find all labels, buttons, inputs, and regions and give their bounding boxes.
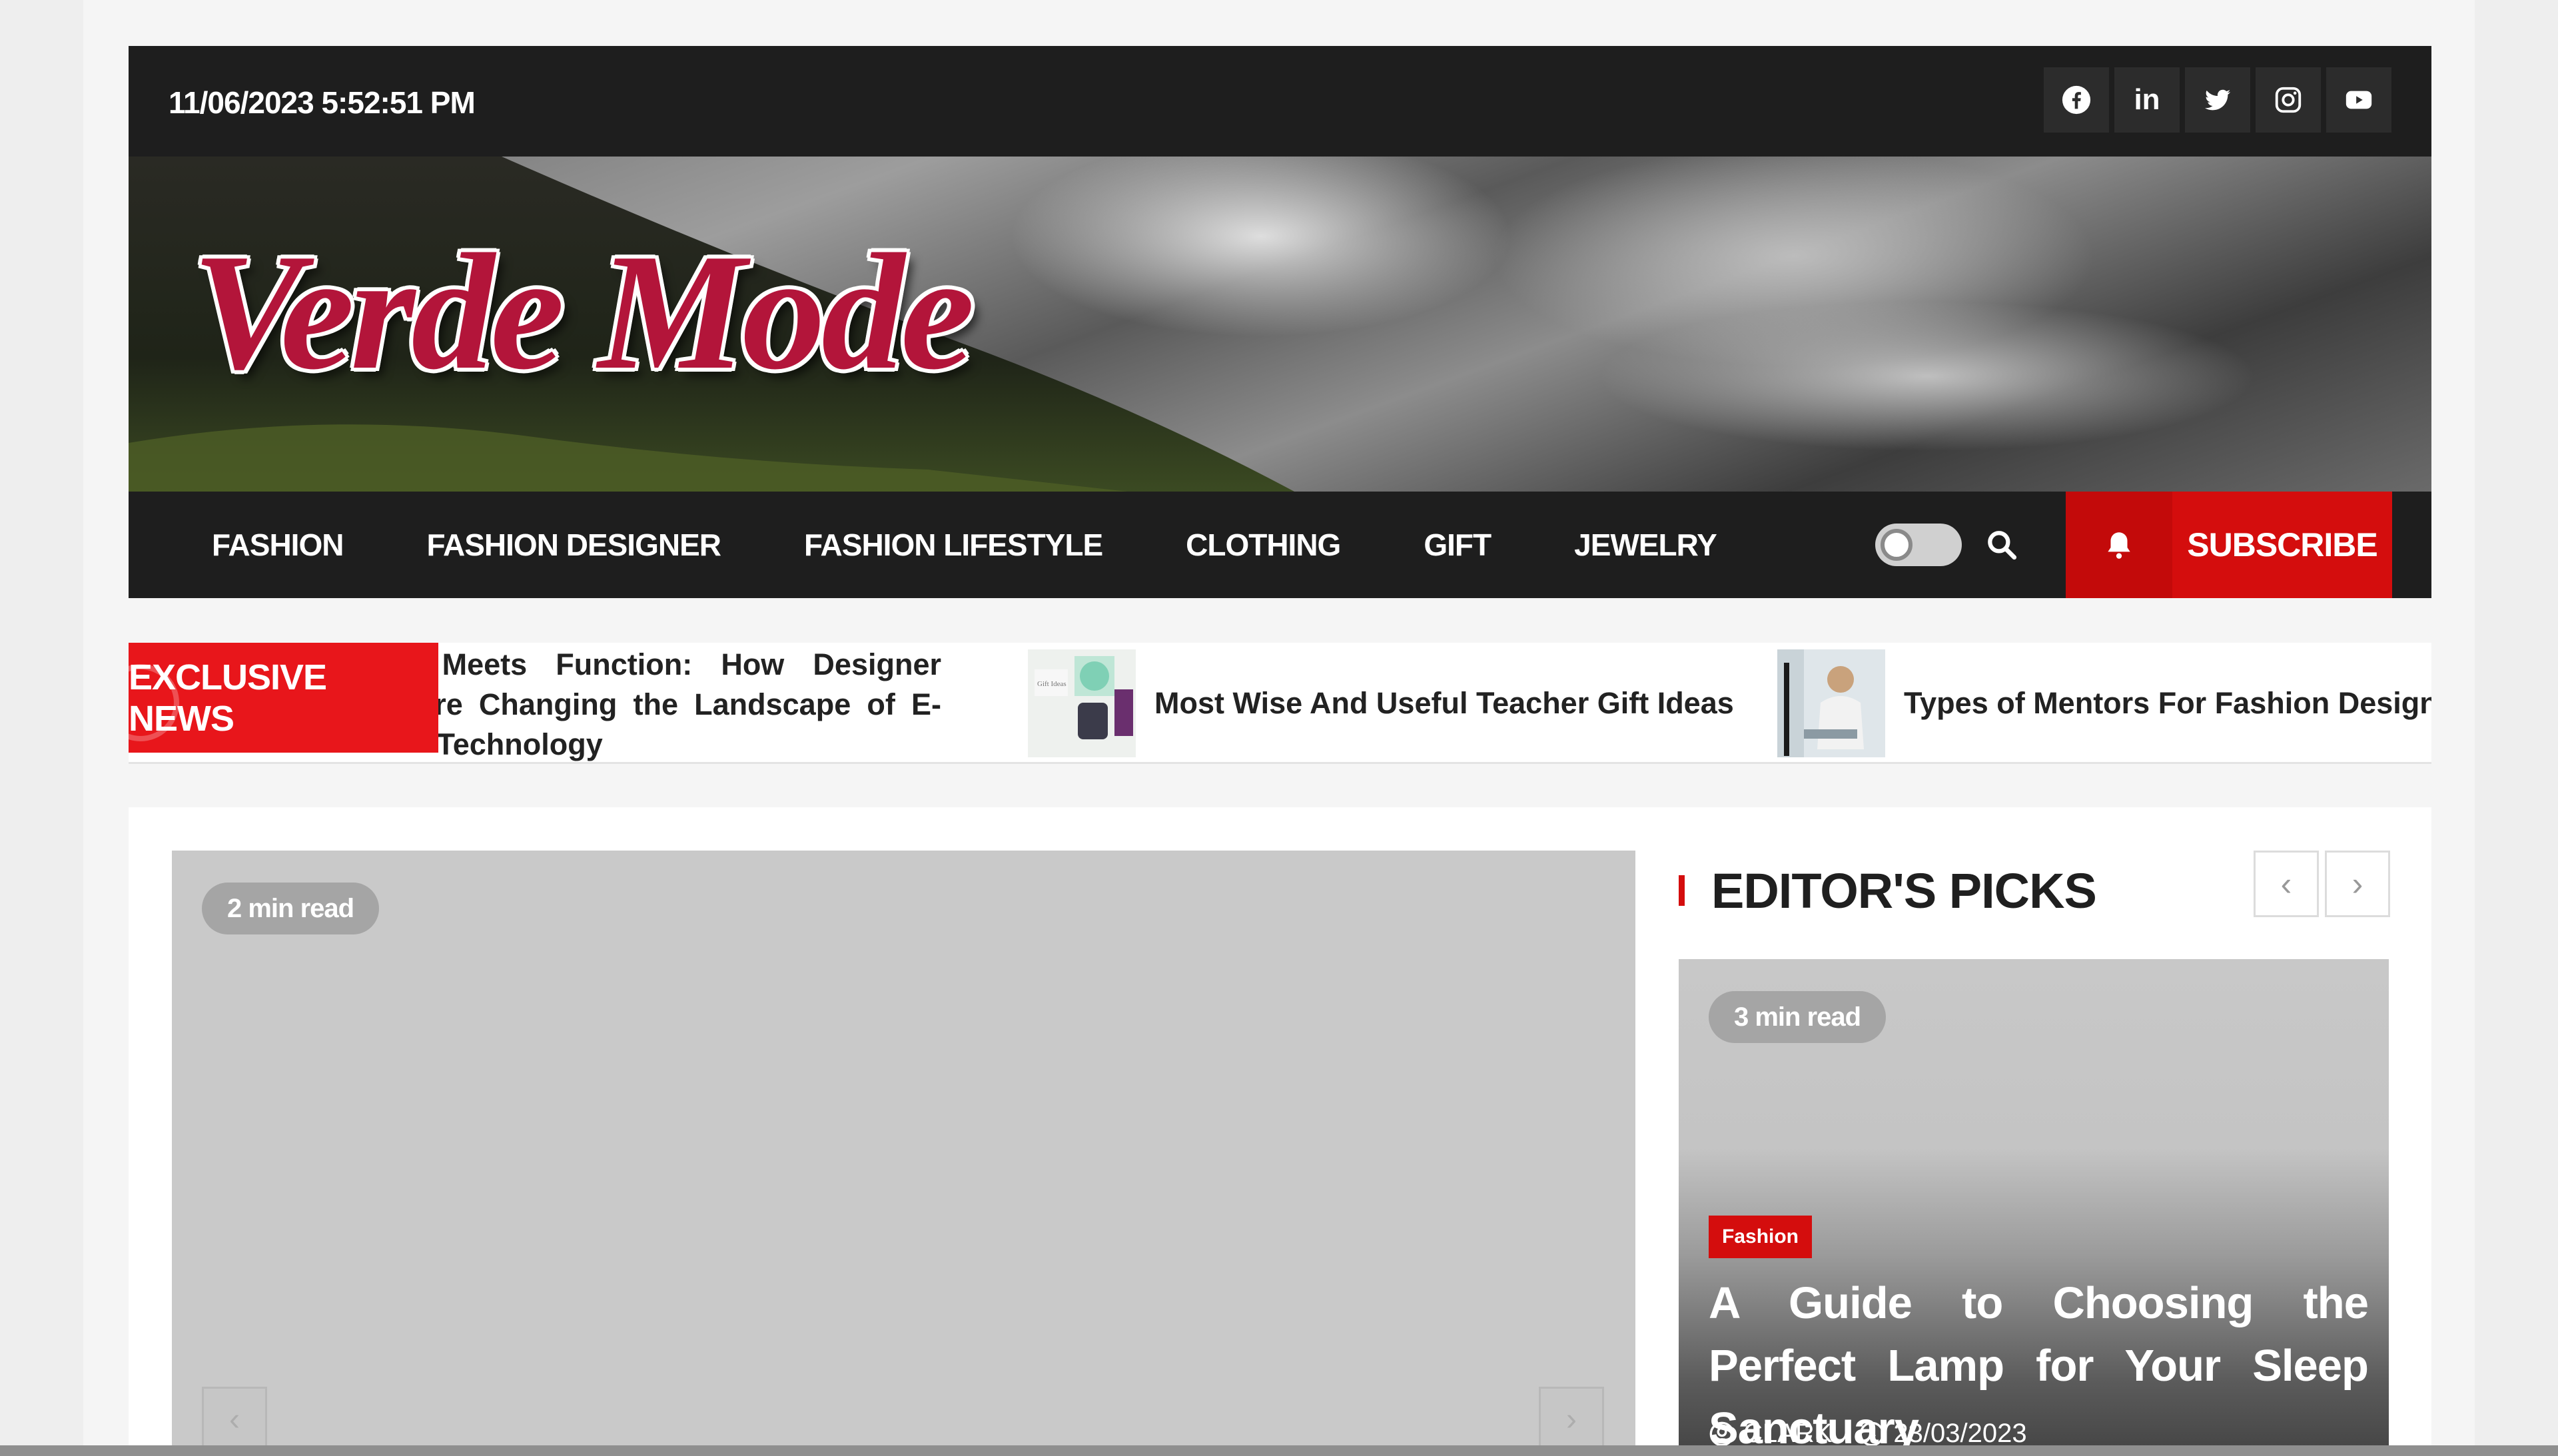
nav-item-clothing[interactable]: Clothing <box>1186 527 1341 563</box>
twitter-icon <box>2204 89 2231 111</box>
card-meta: CLARK 23/03/2023 <box>1709 1419 2027 1449</box>
instagram-link[interactable] <box>2256 67 2321 133</box>
notification-button[interactable] <box>2066 492 2172 598</box>
main-navigation: Fashion Fashion Designer Fashion Lifesty… <box>129 492 2431 598</box>
ticker-thumbnail <box>1777 649 1885 757</box>
search-button[interactable] <box>1982 525 2022 565</box>
slider-next-button[interactable]: › <box>1539 1387 1604 1452</box>
editors-picks-title: Editor's Picks <box>1711 863 2097 918</box>
editors-pick-card[interactable]: 3 min read Fashion A Guide to Choosing t… <box>1679 959 2389 1456</box>
picks-next-button[interactable]: › <box>2325 851 2390 917</box>
linkedin-icon: in <box>2134 83 2160 116</box>
featured-slider[interactable]: 2 min read ‹ › <box>172 851 1635 1456</box>
top-bar: 11/06/2023 5:52:51 PM in <box>129 46 2431 157</box>
svg-text:Gift Ideas: Gift Ideas <box>1037 680 1066 688</box>
slider-prev-button[interactable]: ‹ <box>202 1387 267 1452</box>
bell-icon <box>2108 532 2130 559</box>
ticker-item-title: Fashion Meets Function: How Designer Bra… <box>438 647 941 761</box>
chevron-right-icon: › <box>2351 865 2363 903</box>
nav-item-gift[interactable]: Gift <box>1424 527 1492 563</box>
date-meta: 23/03/2023 <box>1859 1419 2027 1449</box>
toggle-knob <box>1881 529 1913 561</box>
nav-item-fashion[interactable]: Fashion <box>212 527 344 563</box>
twitter-link[interactable] <box>2185 67 2250 133</box>
ticker-item-title: Types of Mentors For Fashion Designers <box>1904 686 2431 720</box>
user-icon <box>1709 1421 1735 1446</box>
chevron-right-icon: › <box>1566 1401 1577 1437</box>
news-ticker: Exclusive News Fashion Meets Function: H… <box>129 643 2431 764</box>
author-name: CLARK <box>1743 1419 1833 1448</box>
clock-icon <box>1860 1421 1885 1446</box>
picks-prev-button[interactable]: ‹ <box>2254 851 2319 917</box>
youtube-icon <box>2345 91 2372 109</box>
ticker-item[interactable]: Gift Ideas Most Wise And Useful Teacher … <box>1028 643 1734 762</box>
window-bottom-edge <box>0 1445 2558 1456</box>
chevron-left-icon: ‹ <box>229 1401 240 1437</box>
read-time-badge: 3 min read <box>1709 991 1887 1043</box>
ticker-item[interactable]: Fashion Meets Function: How Designer Bra… <box>438 643 945 762</box>
current-datetime: 11/06/2023 5:52:51 PM <box>169 85 476 120</box>
site-logo[interactable]: Verde Mode <box>192 216 975 408</box>
chevron-left-icon: ‹ <box>2280 865 2292 903</box>
author-meta[interactable]: CLARK <box>1709 1419 1832 1449</box>
ticker-item-title: Most Wise And Useful Teacher Gift Ideas <box>1154 686 1734 720</box>
post-date: 23/03/2023 <box>1893 1419 2027 1448</box>
dark-mode-toggle[interactable] <box>1875 524 1962 566</box>
nav-item-fashion-designer[interactable]: Fashion Designer <box>426 527 721 563</box>
social-links: in <box>2044 67 2391 133</box>
editors-picks-header: Editor's Picks <box>1679 854 2097 927</box>
category-badge[interactable]: Fashion <box>1709 1216 1813 1258</box>
youtube-link[interactable] <box>2326 67 2391 133</box>
nav-item-fashion-lifestyle[interactable]: Fashion Lifestyle <box>804 527 1103 563</box>
linkedin-link[interactable]: in <box>2114 67 2180 133</box>
ticker-thumbnail: Gift Ideas <box>1028 649 1136 757</box>
header-banner: Verde Mode <box>129 157 2431 492</box>
nav-item-jewelry[interactable]: Jewelry <box>1574 527 1717 563</box>
content-area: 2 min read ‹ › Editor's Picks ‹ › 3 min … <box>129 807 2431 1456</box>
read-time-badge: 2 min read <box>202 883 380 934</box>
facebook-icon <box>2062 85 2091 115</box>
nav-menu: Fashion Fashion Designer Fashion Lifesty… <box>212 492 1717 598</box>
search-icon <box>1988 531 2017 560</box>
heading-accent-bar <box>1679 875 1685 906</box>
instagram-icon <box>2275 87 2302 113</box>
facebook-link[interactable] <box>2044 67 2109 133</box>
ticker-label: Exclusive News <box>129 643 438 753</box>
ticker-item[interactable]: Types of Mentors For Fashion Designers <box>1777 643 2431 762</box>
subscribe-button[interactable]: Subscribe <box>2172 492 2392 598</box>
